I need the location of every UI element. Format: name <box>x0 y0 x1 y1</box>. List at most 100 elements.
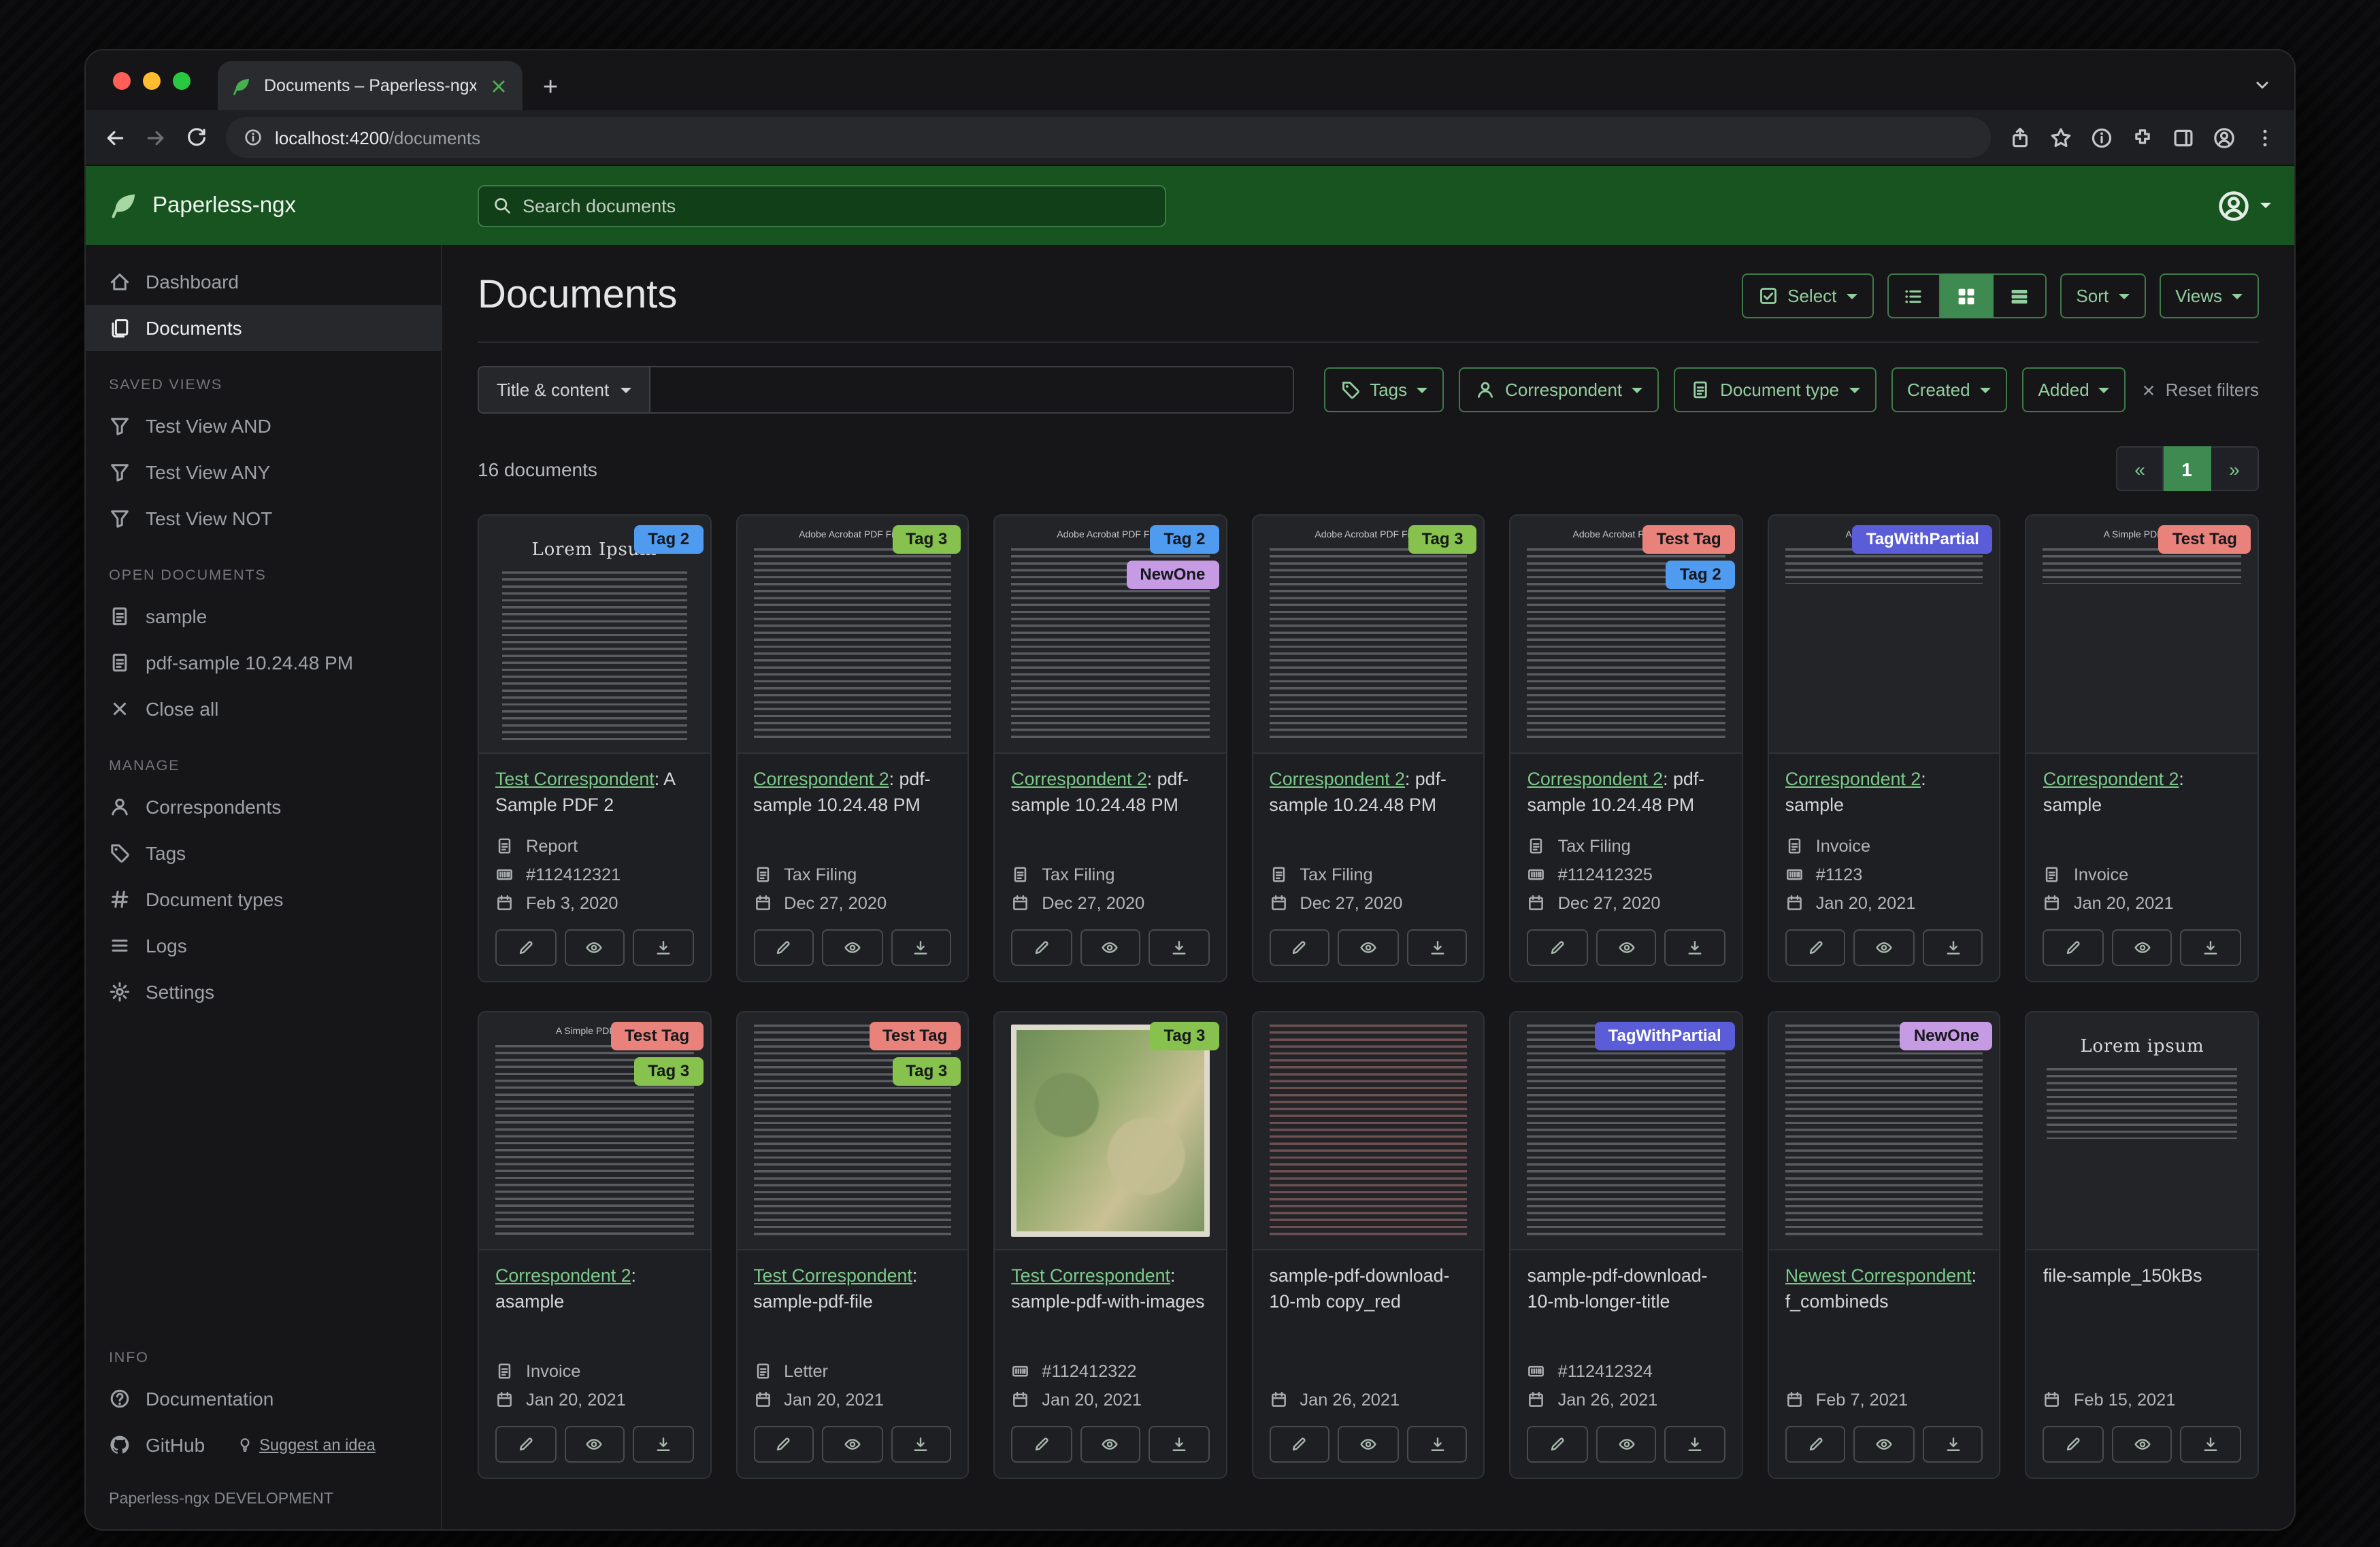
edit-button[interactable] <box>2043 929 2104 966</box>
sidebar-item-close-all[interactable]: Close all <box>86 686 441 732</box>
user-menu[interactable] <box>2217 188 2271 222</box>
edit-button[interactable] <box>753 1426 814 1463</box>
suggest-idea-link[interactable]: Suggest an idea <box>236 1435 376 1454</box>
preview-button[interactable] <box>1854 1426 1915 1463</box>
tab-close-icon[interactable] <box>489 76 509 96</box>
sidebar-item-documents[interactable]: Documents <box>86 305 441 351</box>
minimize-window-button[interactable] <box>143 72 161 90</box>
tags-filter-button[interactable]: Tags <box>1323 367 1444 412</box>
document-card[interactable]: Lorem IpsumTag 2Test Correspondent: A Sa… <box>478 514 711 982</box>
reset-filters-button[interactable]: Reset filters <box>2141 380 2259 400</box>
tag-chip-newone[interactable]: NewOne <box>1900 1022 1993 1050</box>
download-button[interactable] <box>891 929 951 966</box>
document-thumbnail[interactable]: TagWithPartial <box>1511 1012 1742 1250</box>
tag-chip-tag-3[interactable]: Tag 3 <box>634 1057 703 1086</box>
correspondent-link[interactable]: Test Correspondent <box>495 769 655 789</box>
site-info-icon[interactable] <box>244 128 263 147</box>
search-input[interactable] <box>523 195 1151 216</box>
preview-button[interactable] <box>1080 929 1140 966</box>
document-thumbnail[interactable]: Tag 3 <box>995 1012 1225 1250</box>
sort-button[interactable]: Sort <box>2060 273 2145 318</box>
download-button[interactable] <box>1148 929 1209 966</box>
preview-button[interactable] <box>2112 1426 2172 1463</box>
reload-icon[interactable] <box>185 126 208 149</box>
document-card[interactable]: Lorem ipsumfile-sample_150kBsFeb 15, 202… <box>2026 1011 2259 1479</box>
document-card[interactable]: NewOneNewest Correspondent: f_combinedsF… <box>1768 1011 2001 1479</box>
pagination-page-button[interactable]: 1 <box>2164 446 2211 491</box>
edit-button[interactable] <box>1785 929 1846 966</box>
back-icon[interactable] <box>103 126 127 149</box>
tag-chip-newone[interactable]: NewOne <box>1126 561 1219 589</box>
sidebar-item-dashboard[interactable]: Dashboard <box>86 259 441 305</box>
list-view-button[interactable] <box>1887 273 1940 318</box>
filter-field-selector[interactable]: Title & content <box>478 366 650 414</box>
sidebar-item-pdf-sample-10-24-48-pm[interactable]: pdf-sample 10.24.48 PM <box>86 639 441 686</box>
preview-button[interactable] <box>564 1426 625 1463</box>
edit-button[interactable] <box>1011 1426 1072 1463</box>
pagination-next-button[interactable]: » <box>2211 446 2259 491</box>
preview-button[interactable] <box>822 929 882 966</box>
share-icon[interactable] <box>2009 126 2032 149</box>
document-card[interactable]: Tag 3Test Correspondent: sample-pdf-with… <box>993 1011 1227 1479</box>
document-thumbnail[interactable]: Adobe Acrobat PDF FilesTag 2NewOne <box>995 516 1225 754</box>
zoom-window-button[interactable] <box>173 72 191 90</box>
tag-chip-tag-3[interactable]: Tag 3 <box>1408 525 1477 554</box>
app-brand[interactable]: Paperless-ngx <box>109 190 478 220</box>
tag-chip-tag-3[interactable]: Tag 3 <box>1151 1022 1219 1050</box>
download-button[interactable] <box>2181 1426 2241 1463</box>
tag-chip-tag-3[interactable]: Tag 3 <box>892 1057 961 1086</box>
edit-button[interactable] <box>495 929 556 966</box>
document-card[interactable]: TagWithPartialsample-pdf-download-10-mb-… <box>1510 1011 1743 1479</box>
correspondent-link[interactable]: Correspondent 2 <box>753 769 889 789</box>
tag-chip-test-tag[interactable]: Test Tag <box>2159 525 2251 554</box>
tag-chip-tagwithpartial[interactable]: TagWithPartial <box>1853 525 1993 554</box>
download-button[interactable] <box>891 1426 951 1463</box>
document-thumbnail[interactable]: NewOne <box>1769 1012 2000 1250</box>
correspondent-link[interactable]: Correspondent 2 <box>1785 769 1921 789</box>
download-button[interactable] <box>1148 1426 1209 1463</box>
document-card[interactable]: Adobe Acrobat PDF FilesTag 3Corresponden… <box>1251 514 1485 982</box>
preview-button[interactable] <box>822 1426 882 1463</box>
close-window-button[interactable] <box>113 72 131 90</box>
document-card[interactable]: Adobe Acrobat PDF FilesTag 2NewOne Corres… <box>993 514 1227 982</box>
preview-button[interactable] <box>1854 929 1915 966</box>
correspondent-link[interactable]: Correspondent 2 <box>1011 769 1147 789</box>
created-filter-button[interactable]: Created <box>1891 367 2007 412</box>
correspondent-link[interactable]: Test Correspondent <box>1011 1265 1170 1286</box>
download-button[interactable] <box>1407 929 1468 966</box>
download-button[interactable] <box>2181 929 2241 966</box>
download-button[interactable] <box>1407 1426 1468 1463</box>
edit-button[interactable] <box>1269 1426 1329 1463</box>
views-button[interactable]: Views <box>2159 273 2259 318</box>
document-thumbnail[interactable]: A Simple PDF FileTest TagTag 3 <box>479 1012 710 1250</box>
sidebar-item-test-view-any[interactable]: Test View ANY <box>86 449 441 495</box>
download-button[interactable] <box>1923 1426 1983 1463</box>
sidebar-item-test-view-and[interactable]: Test View AND <box>86 403 441 449</box>
edit-button[interactable] <box>1527 929 1588 966</box>
correspondent-link[interactable]: Correspondent 2 <box>495 1265 631 1286</box>
preview-button[interactable] <box>564 929 625 966</box>
document-card[interactable]: Test TagTag 3Test Correspondent: sample-… <box>736 1011 969 1479</box>
document-thumbnail[interactable] <box>1253 1012 1483 1250</box>
document-thumbnail[interactable]: A Simple PDF FileTest Tag <box>2027 516 2258 754</box>
address-bar[interactable]: localhost:4200/documents <box>226 117 1991 158</box>
bookmark-star-icon[interactable] <box>2049 126 2072 149</box>
correspondent-link[interactable]: Correspondent 2 <box>1269 769 1405 789</box>
tag-chip-tagwithpartial[interactable]: TagWithPartial <box>1595 1022 1735 1050</box>
detail-view-button[interactable] <box>1993 273 2046 318</box>
edit-button[interactable] <box>1269 929 1329 966</box>
browser-menu-icon[interactable] <box>2253 126 2277 149</box>
browser-profile-icon[interactable] <box>2213 126 2236 149</box>
tag-chip-test-tag[interactable]: Test Tag <box>869 1022 961 1050</box>
document-thumbnail[interactable]: Test Tag Tag 3 <box>737 1012 968 1250</box>
document-card[interactable]: A Simple PDF FileTest TagTag 3 Correspond… <box>478 1011 711 1479</box>
title-content-search-input[interactable] <box>650 366 1294 414</box>
select-button[interactable]: Select <box>1741 273 1873 318</box>
tag-chip-tag-2[interactable]: Tag 2 <box>1666 561 1735 589</box>
edit-button[interactable] <box>1785 1426 1846 1463</box>
global-search[interactable] <box>478 184 1166 227</box>
document-card[interactable]: sample-pdf-download-10-mb copy_redJan 26… <box>1251 1011 1485 1479</box>
preview-button[interactable] <box>1596 1426 1657 1463</box>
document-thumbnail[interactable]: Adobe Acrobat PDF FilesTag 3 <box>737 516 968 754</box>
sidebar-item-correspondents[interactable]: Correspondents <box>86 784 441 830</box>
